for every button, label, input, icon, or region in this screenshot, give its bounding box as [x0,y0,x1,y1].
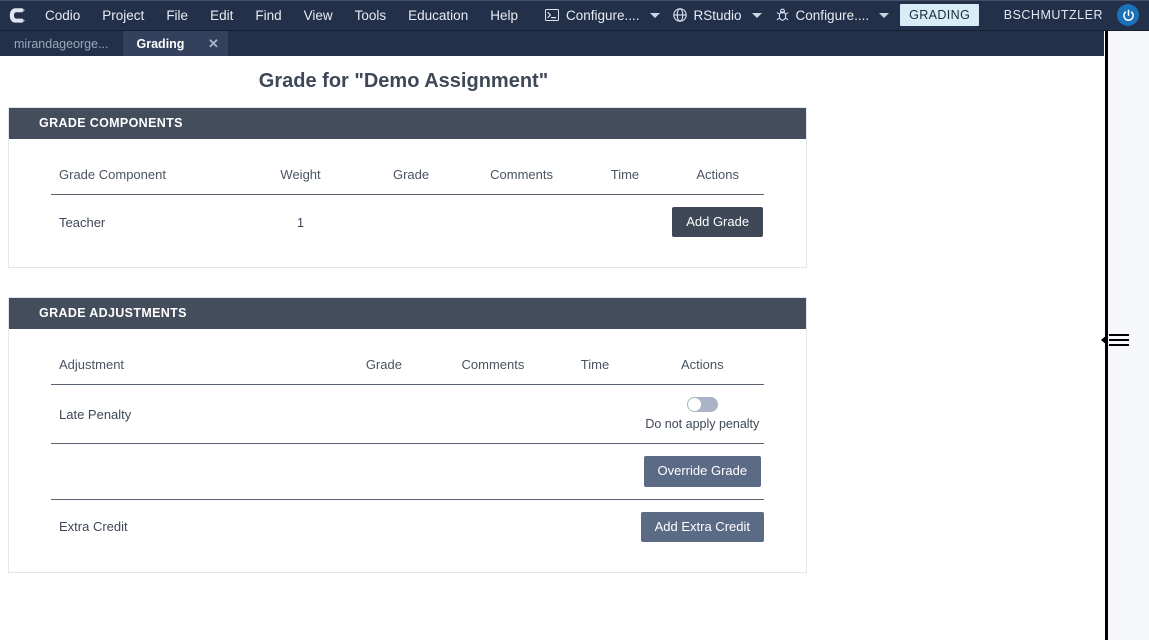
hamburger-lines-glyph [1109,334,1129,346]
menu-item-education[interactable]: Education [397,0,479,31]
column-header-comments: Comments [436,329,550,386]
menu-item-codio[interactable]: Codio [34,0,91,31]
cell-grade-component: Teacher [59,214,106,230]
cell-actions: Do not apply penalty [640,384,764,445]
column-header-adjustment: Adjustment [51,329,332,386]
column-header-actions: Actions [640,329,764,386]
toolbar-group-rstudio: RStudio [665,0,767,31]
codio-ide-window: Codio Project File Edit Find View Tools … [0,0,1149,640]
bug-icon [775,8,790,23]
add-extra-credit-button[interactable]: Add Extra Credit [640,511,764,542]
table-header-row: Grade Component Weight Grade Comments Ti… [51,139,764,195]
grade-adjustments-table: Adjustment Grade Comments Time Actions L… [51,329,764,554]
cell-grade [331,443,437,500]
cell-comments [436,443,550,500]
table-row: Extra Credit Add Extra Credit [51,499,764,554]
table-row: Teacher 1 Add Grade [51,195,764,250]
tab-label: mirandageorge... [14,36,109,51]
arrow-left-glyph [1101,334,1108,346]
toolbar-button-configure-debug[interactable]: Configure.... [767,0,875,31]
column-header-grade: Grade [331,329,437,386]
column-header-grade: Grade [357,139,465,195]
add-grade-button[interactable]: Add Grade [672,207,764,238]
table-row: Override Grade [51,443,764,500]
menu-item-view[interactable]: View [293,0,344,31]
menu-item-help[interactable]: Help [479,0,529,31]
cell-adjustment [51,443,332,500]
column-header-comments: Comments [464,139,579,195]
toolbar-button-label: Configure.... [795,7,870,23]
chevron-down-icon[interactable] [874,0,894,31]
menu-item-file[interactable]: File [155,0,199,31]
close-icon[interactable]: ✕ [206,36,220,52]
cell-comments [436,384,550,445]
override-grade-button[interactable]: Override Grade [643,456,762,487]
page-title: Grade for "Demo Assignment" [258,70,549,92]
chevron-down-icon[interactable] [747,0,767,31]
grade-components-table: Grade Component Weight Grade Comments Ti… [51,139,764,249]
cell-grade [331,384,437,445]
grade-adjustments-panel: GRADE ADJUSTMENTS Adjustment Grade Comme… [8,297,807,573]
late-penalty-toggle-label: Do not apply penalty [645,417,760,432]
globe-icon [673,8,688,23]
menu-bar: Codio Project File Edit Find View Tools … [0,0,1149,31]
late-penalty-toggle-wrapper: Do not apply penalty [641,397,764,431]
column-header-actions: Actions [671,139,764,195]
cell-actions: Override Grade [640,443,764,500]
grade-components-panel-body: Grade Component Weight Grade Comments Ti… [9,139,806,267]
grade-components-panel-header: GRADE COMPONENTS [9,108,806,139]
grading-mode-badge[interactable]: GRADING [900,4,980,26]
tab-mirandageorge[interactable]: mirandageorge... [0,31,123,56]
power-icon[interactable] [1117,4,1139,26]
column-header-time: Time [549,329,641,386]
codio-logo-icon[interactable] [0,0,34,31]
grade-components-panel: GRADE COMPONENTS Grade Component Weight … [8,107,807,269]
menu-item-find[interactable]: Find [244,0,292,31]
grading-content-area: Grade for "Demo Assignment" GRADE COMPON… [0,56,1104,640]
collapse-panel-icon[interactable] [1101,334,1129,346]
toolbar-button-label: Configure.... [565,7,640,23]
menu-item-project[interactable]: Project [91,0,155,31]
cell-actions: Add Extra Credit [640,499,764,554]
table-row: Late Penalty Do not apply penalty [51,384,764,445]
cell-time [549,499,640,554]
grade-adjustments-panel-header: GRADE ADJUSTMENTS [9,298,806,330]
menu-bar-topline [0,0,1149,1]
right-side-panel [1101,31,1149,640]
tab-label: Grading [136,36,185,51]
tab-grading[interactable]: Grading ✕ [122,31,229,56]
toolbar-button-configure-terminal[interactable]: Configure.... [537,0,645,31]
cell-adjustment: Late Penalty [51,384,332,445]
toolbar-button-rstudio[interactable]: RStudio [665,0,747,31]
toggle-knob [687,398,701,412]
panel-gap [0,268,1104,297]
cell-weight: 1 [296,214,305,230]
table-header-row: Adjustment Grade Comments Time Actions [51,329,764,386]
tab-bar: mirandageorge... Grading ✕ [0,31,1104,56]
current-user-label: BSCHMUTZLER [1003,8,1103,22]
toolbar-button-label: RStudio [693,7,742,23]
cell-comments [465,195,579,250]
cell-grade [358,195,465,250]
column-header-time: Time [578,139,672,195]
menu-item-tools[interactable]: Tools [344,0,398,31]
column-header-weight: Weight [243,139,358,195]
grade-adjustments-panel-body: Adjustment Grade Comments Time Actions L… [9,329,806,572]
toolbar-group-terminal: Configure.... [537,0,665,31]
chevron-down-icon[interactable] [645,0,665,31]
menu-item-edit[interactable]: Edit [199,0,244,31]
cell-actions: Add Grade [671,195,764,250]
cell-comments [437,499,550,554]
cell-adjustment: Extra Credit [59,519,128,535]
late-penalty-toggle[interactable] [686,397,718,413]
cell-time [549,384,641,445]
toolbar-group-debug: Configure.... [767,0,895,31]
cell-time [549,443,641,500]
cell-time [579,195,672,250]
cell-grade [331,499,436,554]
terminal-icon [545,8,560,23]
column-header-grade-component: Grade Component [51,139,244,195]
